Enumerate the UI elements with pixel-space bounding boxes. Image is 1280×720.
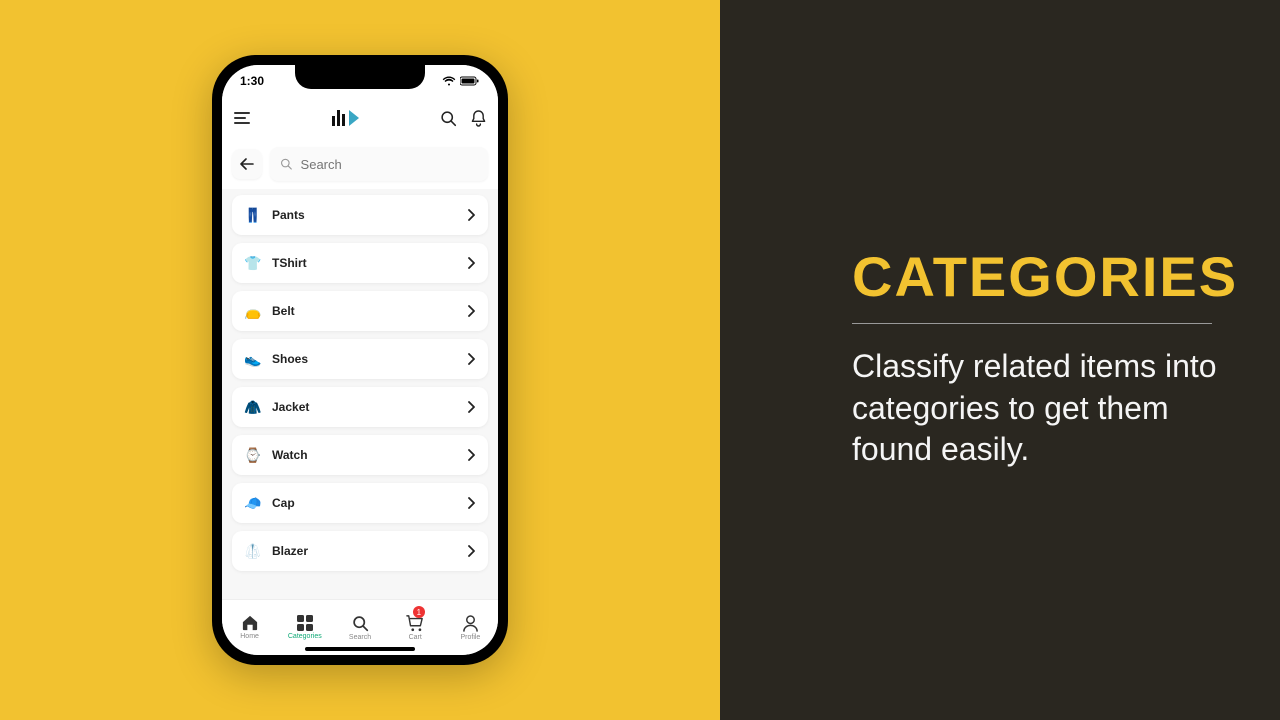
category-icon: 👟 [244,350,262,368]
status-time: 1:30 [240,74,264,88]
category-list[interactable]: 👖 Pants 👕 TShirt 👝 Belt 👟 Shoes 🧥 Jacket ⌚ Watch 🧢 Ca… [222,189,498,599]
category-item[interactable]: 👝 Belt [232,291,488,331]
category-label: Watch [272,448,468,462]
nav-home-label: Home [240,633,259,640]
search-row [222,139,498,189]
chevron-right-icon [468,449,476,461]
phone-notch [295,65,425,89]
chevron-right-icon [468,353,476,365]
category-label: Jacket [272,400,468,414]
bell-icon[interactable] [471,110,486,127]
promo-description: Classify related items into categories t… [852,346,1220,471]
nav-categories-label: Categories [288,633,322,640]
category-icon: 👖 [244,206,262,224]
category-icon: 👕 [244,254,262,272]
cart-badge: 1 [413,606,425,618]
search-box[interactable] [270,147,488,181]
chevron-right-icon [468,209,476,221]
promo-left-panel: 1:30 [0,0,720,720]
category-item[interactable]: 👖 Pants [232,195,488,235]
category-item[interactable]: 🧢 Cap [232,483,488,523]
nav-search-icon [352,615,369,632]
chevron-right-icon [468,401,476,413]
nav-cart-label: Cart [409,634,422,641]
category-icon: 🧥 [244,398,262,416]
app-header [222,97,498,139]
arrow-left-icon [240,158,254,170]
category-label: Pants [272,208,468,222]
search-field-icon [280,157,293,171]
app-logo [332,110,359,126]
battery-icon [460,76,480,86]
category-icon: ⌚ [244,446,262,464]
category-item[interactable]: 👟 Shoes [232,339,488,379]
nav-profile-label: Profile [460,634,480,641]
category-label: Belt [272,304,468,318]
nav-profile[interactable]: Profile [443,600,498,655]
promo-heading: CATEGORIES [852,249,1220,305]
category-icon: 🧢 [244,494,262,512]
promo-divider [852,323,1212,324]
category-label: Blazer [272,544,468,558]
wifi-icon [442,76,456,86]
back-button[interactable] [232,149,262,179]
chevron-right-icon [468,257,476,269]
profile-icon [463,615,478,632]
search-icon[interactable] [440,110,457,127]
category-label: TShirt [272,256,468,270]
category-label: Cap [272,496,468,510]
category-icon: 👝 [244,302,262,320]
category-item[interactable]: 🥼 Blazer [232,531,488,571]
promo-right-panel: CATEGORIES Classify related items into c… [720,0,1280,720]
grid-icon [297,615,313,631]
category-item[interactable]: 👕 TShirt [232,243,488,283]
chevron-right-icon [468,305,476,317]
phone-screen: 1:30 [222,65,498,655]
nav-home[interactable]: Home [222,600,277,655]
category-item[interactable]: ⌚ Watch [232,435,488,475]
status-indicators [442,76,480,86]
category-label: Shoes [272,352,468,366]
home-indicator [305,647,415,651]
category-item[interactable]: 🧥 Jacket [232,387,488,427]
search-input[interactable] [301,157,478,172]
phone-frame: 1:30 [212,55,508,665]
chevron-right-icon [468,497,476,509]
chevron-right-icon [468,545,476,557]
category-icon: 🥼 [244,542,262,560]
menu-icon[interactable] [234,112,250,124]
home-icon [241,615,259,631]
nav-search-label: Search [349,634,371,641]
